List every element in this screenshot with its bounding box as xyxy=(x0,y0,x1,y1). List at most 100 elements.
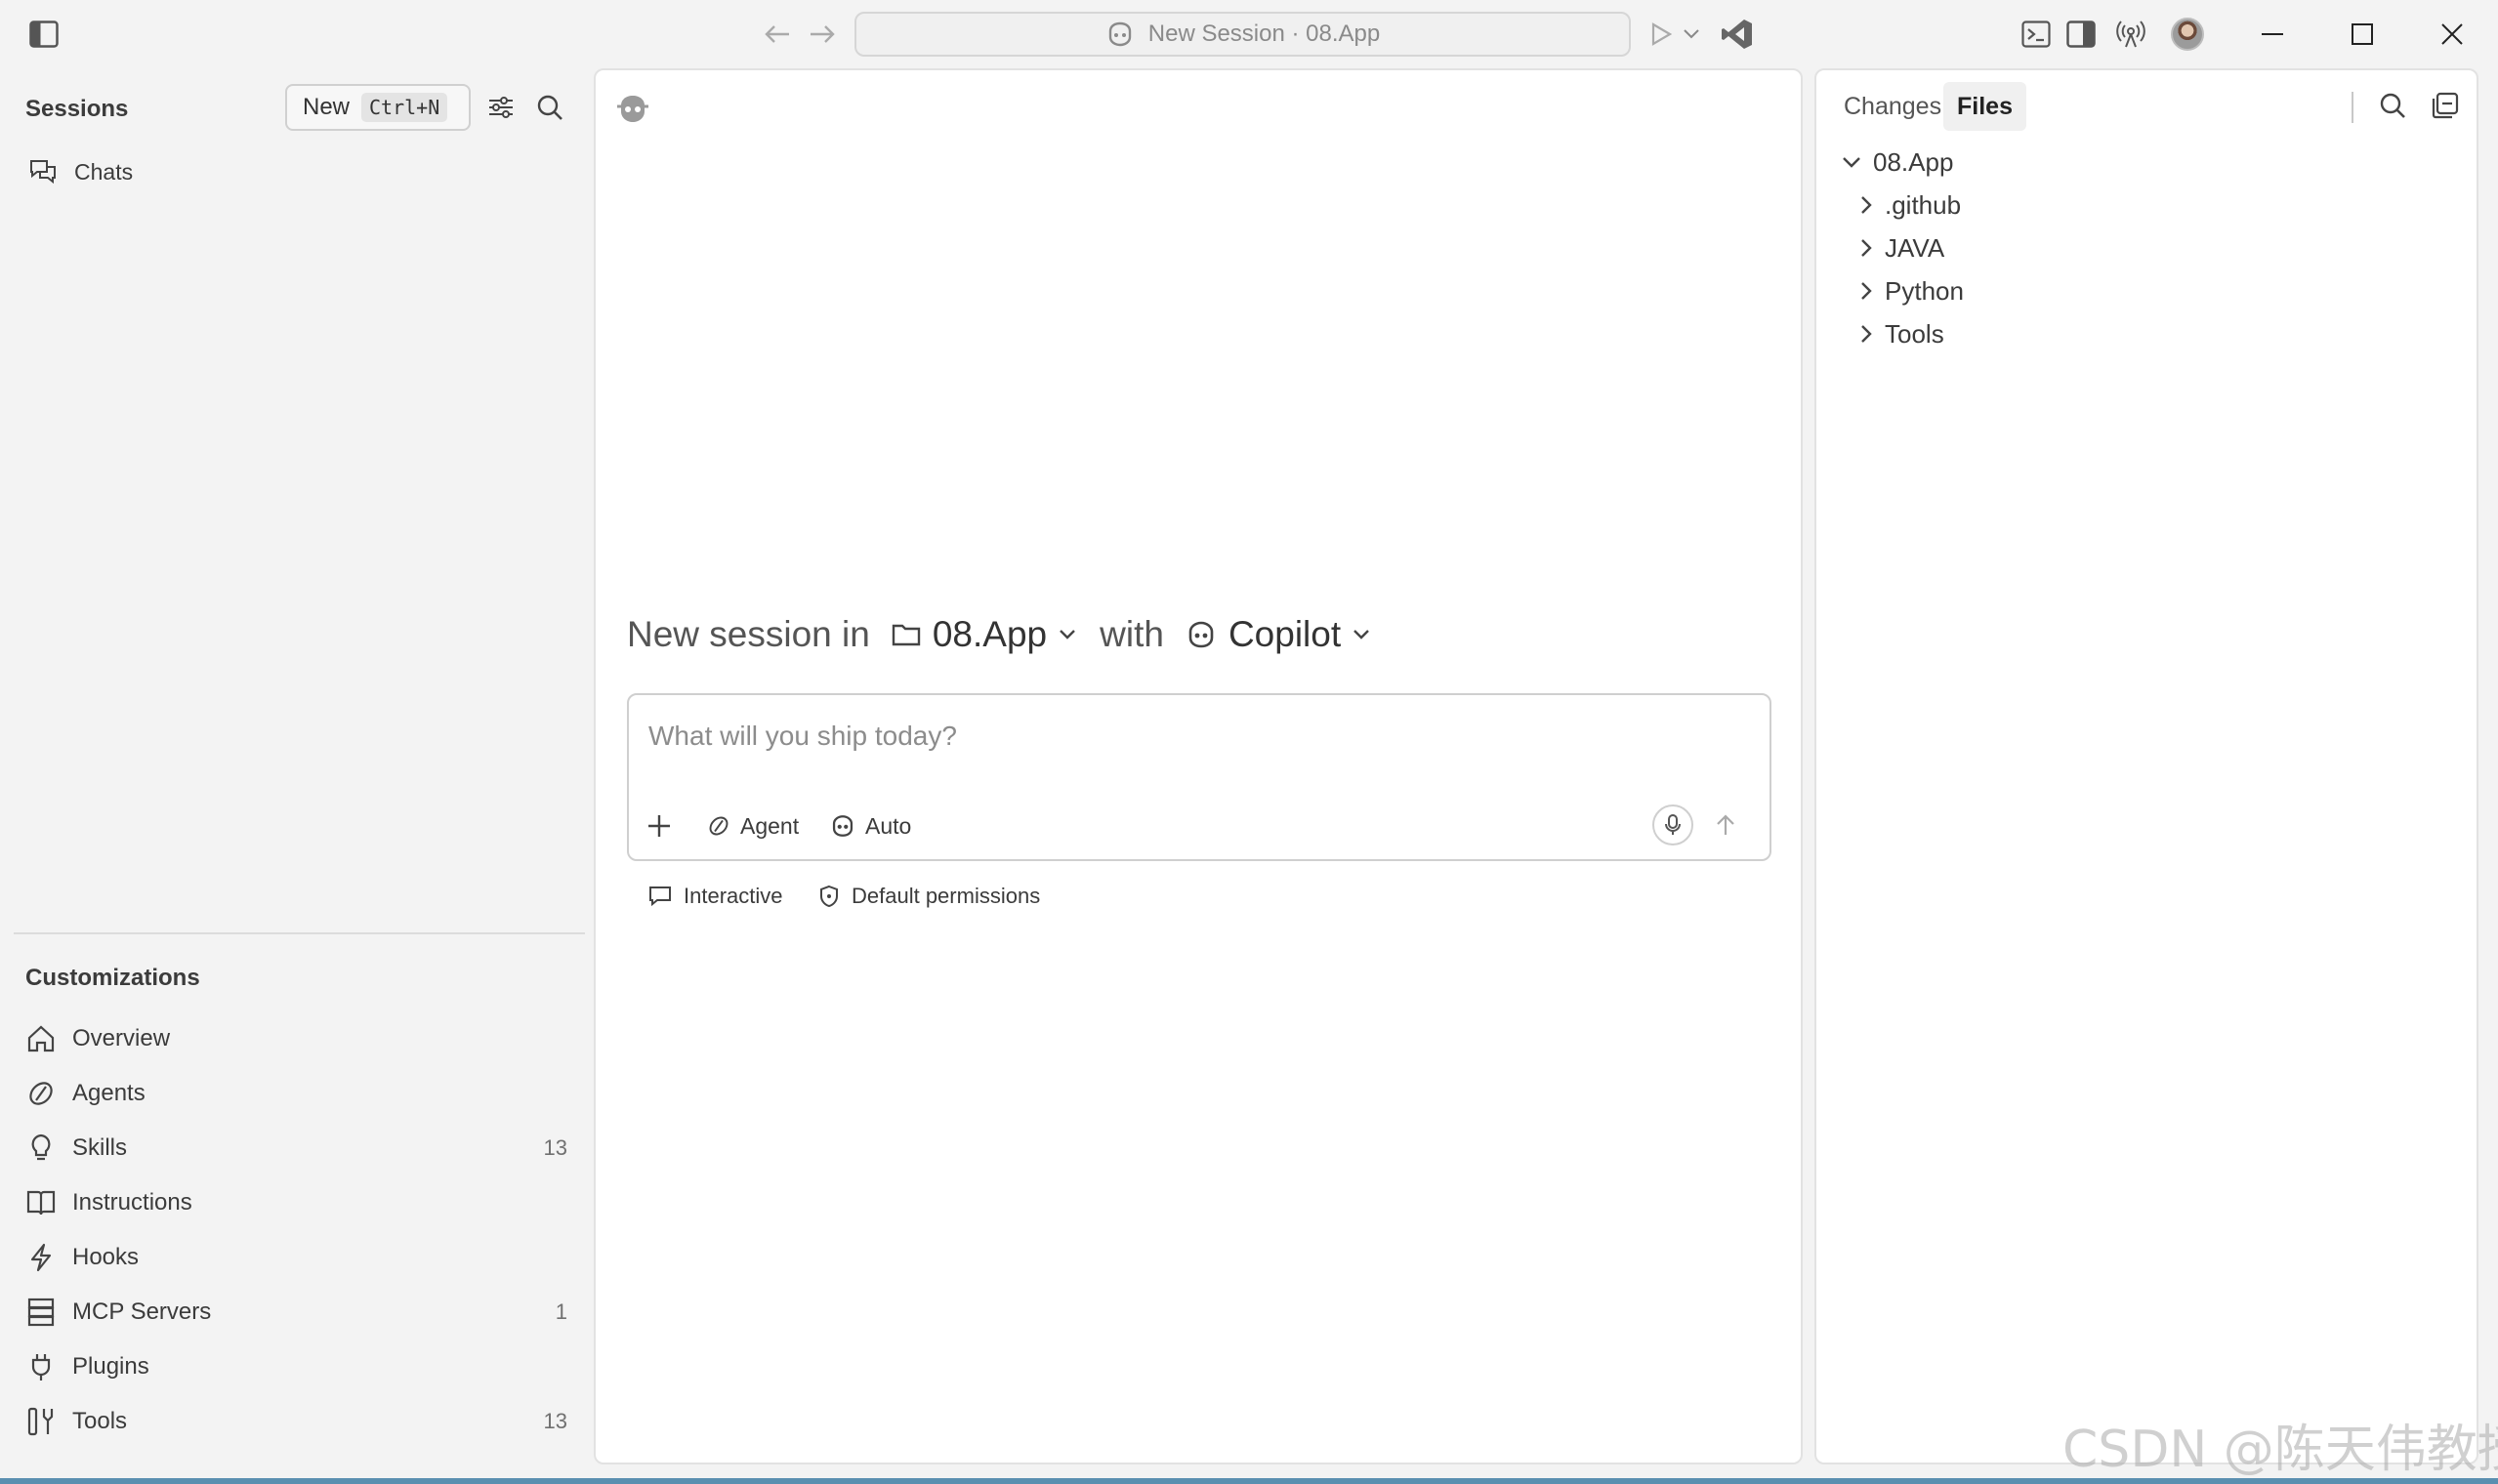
folder-picker[interactable]: 08.App xyxy=(892,614,1076,655)
attach-button[interactable] xyxy=(646,806,672,845)
sidebar-item-count: 13 xyxy=(543,1409,567,1433)
sidebar-item-label: Plugins xyxy=(72,1353,149,1380)
filter-icon xyxy=(489,97,513,118)
sidebar-item-instructions[interactable]: Instructions xyxy=(25,1179,567,1226)
chevron-right-icon xyxy=(1861,196,1872,214)
run-button[interactable] xyxy=(1645,18,1678,51)
plus-icon xyxy=(648,815,670,837)
sidebar-item-skills[interactable]: Skills 13 xyxy=(25,1125,567,1172)
tree-item-label: Tools xyxy=(1885,318,1944,349)
agent-icon xyxy=(25,1078,57,1109)
search-files-button[interactable] xyxy=(2375,88,2410,123)
sidebar-item-label: Instructions xyxy=(72,1189,192,1216)
chevron-down-icon xyxy=(1353,630,1369,639)
toolbar-separator xyxy=(2352,92,2353,123)
run-dropdown-button[interactable] xyxy=(1680,21,1703,47)
toggle-secondary-sidebar-button[interactable] xyxy=(2064,18,2098,51)
sidebar-item-mcp-servers[interactable]: MCP Servers 1 xyxy=(25,1289,567,1336)
broadcast-icon xyxy=(2116,21,2145,48)
forward-button[interactable] xyxy=(805,18,840,51)
shield-icon xyxy=(820,885,838,908)
files-panel: Changes Files 08.App .github JAVA Python… xyxy=(1814,68,2478,1464)
tree-item-java[interactable]: JAVA xyxy=(1859,228,1944,268)
sidebar-item-label: Overview xyxy=(72,1025,171,1051)
hero-prefix: New session in xyxy=(627,614,870,654)
account-avatar[interactable] xyxy=(2171,18,2204,51)
chat-composer[interactable]: What will you ship today? Agent Auto xyxy=(627,693,1771,861)
terminal-icon xyxy=(2021,21,2051,48)
toggle-sidebar-button[interactable] xyxy=(27,18,61,51)
open-in-vscode-button[interactable] xyxy=(1719,16,1756,53)
terminal-button[interactable] xyxy=(2019,18,2053,51)
sidebar-item-label: Hooks xyxy=(72,1244,140,1270)
tab-files[interactable]: Files xyxy=(1943,82,2026,131)
play-icon xyxy=(1651,22,1672,46)
agent-name: Copilot xyxy=(1228,614,1342,654)
tree-item-github[interactable]: .github xyxy=(1859,186,1961,225)
copilot-icon xyxy=(1188,621,1214,648)
minimize-button[interactable] xyxy=(2252,18,2293,51)
lightbulb-icon xyxy=(25,1133,57,1164)
sidebar-item-overview[interactable]: Overview xyxy=(25,1015,567,1062)
interactive-label: Interactive xyxy=(684,884,783,908)
sidebar-item-tools[interactable]: Tools 13 xyxy=(25,1398,567,1445)
copilot-icon xyxy=(617,96,648,122)
chats-label: Chats xyxy=(74,158,134,185)
permissions-picker[interactable]: Default permissions xyxy=(818,879,1040,914)
filter-button[interactable] xyxy=(484,90,518,125)
command-center[interactable]: New Session · 08.App xyxy=(854,12,1631,57)
arrow-right-icon xyxy=(811,25,835,43)
sessions-title: Sessions xyxy=(25,96,129,122)
tree-item-python[interactable]: Python xyxy=(1859,271,1964,310)
close-button[interactable] xyxy=(2432,18,2473,51)
panel-right-icon xyxy=(2066,21,2096,48)
maximize-button[interactable] xyxy=(2342,18,2383,51)
tab-changes[interactable]: Changes xyxy=(1830,82,1955,131)
collapse-all-icon xyxy=(2432,92,2459,119)
book-icon xyxy=(25,1187,57,1218)
copilot-logo xyxy=(615,94,650,125)
copilot-icon xyxy=(832,815,853,837)
model-picker[interactable]: Auto xyxy=(830,806,911,845)
search-icon xyxy=(2380,93,2405,118)
sidebar-item-count: 1 xyxy=(555,1299,567,1324)
back-button[interactable] xyxy=(760,18,795,51)
sidebar-item-plugins[interactable]: Plugins xyxy=(25,1343,567,1390)
folder-name: 08.App xyxy=(932,614,1048,654)
new-shortcut: Ctrl+N xyxy=(361,93,448,122)
tree-root-folder[interactable]: 08.App xyxy=(1842,143,1953,182)
new-session-button[interactable]: New Ctrl+N xyxy=(285,84,471,131)
broadcast-button[interactable] xyxy=(2113,18,2148,51)
command-center-label: New Session · 08.App xyxy=(1147,21,1381,47)
folder-icon xyxy=(892,624,921,646)
interactive-mode-toggle[interactable]: Interactive xyxy=(648,879,783,914)
sidebar-item-count: 13 xyxy=(543,1135,567,1160)
hero-with: with xyxy=(1100,614,1164,654)
chevron-right-icon xyxy=(1861,282,1872,300)
sidebar-item-hooks[interactable]: Hooks xyxy=(25,1234,567,1281)
tree-root-label: 08.App xyxy=(1873,146,1954,177)
chevron-down-icon xyxy=(1843,157,1860,168)
composer-input[interactable]: What will you ship today? xyxy=(648,721,957,752)
collapse-all-button[interactable] xyxy=(2428,88,2463,123)
sidebar-item-chats[interactable]: Chats xyxy=(27,148,569,195)
tree-item-label: .github xyxy=(1885,189,1962,220)
send-button[interactable] xyxy=(1705,804,1746,845)
close-icon xyxy=(2441,23,2463,45)
title-bar: New Session · 08.App xyxy=(0,0,2498,68)
agent-picker[interactable]: Copilot xyxy=(1186,614,1370,655)
agent-mode-picker[interactable]: Agent xyxy=(707,806,799,845)
search-sessions-button[interactable] xyxy=(533,90,566,125)
voice-input-button[interactable] xyxy=(1652,804,1693,845)
search-icon xyxy=(537,95,562,120)
chevron-right-icon xyxy=(1861,239,1872,257)
window-bottom-border xyxy=(0,1478,2498,1484)
chevron-down-icon xyxy=(1684,29,1699,39)
tree-item-tools[interactable]: Tools xyxy=(1859,314,1944,353)
sidebar-item-label: MCP Servers xyxy=(72,1298,212,1325)
maximize-icon xyxy=(2352,23,2373,45)
minimize-icon xyxy=(2262,33,2283,35)
model-label: Auto xyxy=(865,812,912,839)
server-icon xyxy=(25,1297,57,1328)
sidebar-item-agents[interactable]: Agents xyxy=(25,1070,567,1117)
